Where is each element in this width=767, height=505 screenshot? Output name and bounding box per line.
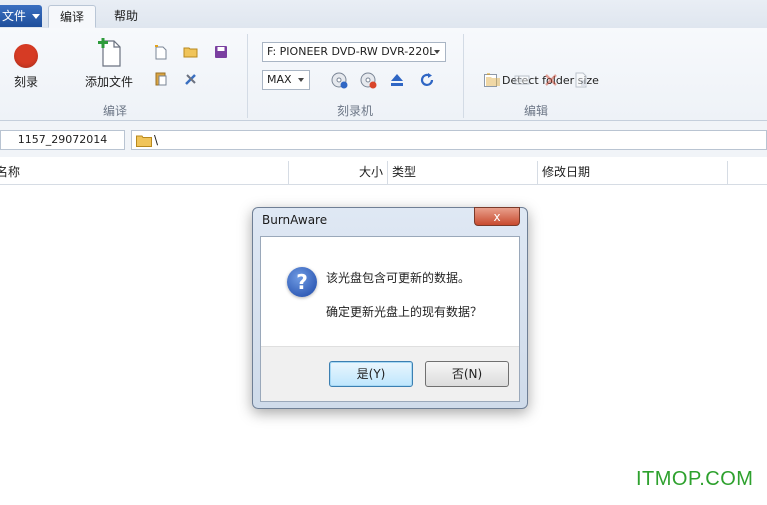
dialog-title: BurnAware [262,213,328,227]
tab-help[interactable]: 帮助 [104,5,148,28]
chevron-down-icon [434,50,440,54]
save-icon[interactable] [212,43,230,61]
new-folder-icon[interactable] [484,71,502,89]
path-text: \ [154,133,159,147]
group-divider [247,34,248,118]
file-menu-button[interactable]: 文件 [0,5,42,27]
speed-select[interactable]: MAX [262,70,310,90]
burn-button[interactable]: 刻录 [10,44,42,90]
compile-group-label: 编译 [102,104,127,118]
no-button[interactable]: 否(N) [425,361,509,387]
close-button[interactable]: x [474,207,520,226]
file-menu-label: 文件 [2,9,27,23]
column-size[interactable]: 大小 [289,161,388,184]
dialog-message-line1: 该光盘包含可更新的数据。 [326,271,471,285]
speed-select-value: MAX [267,73,292,86]
yes-button[interactable]: 是(Y) [329,361,413,387]
chevron-down-icon [32,14,41,19]
recorder-group-label: 刻录机 [336,104,373,118]
drive-select-value: F: PIONEER DVD-RW DVR-220L [267,45,436,58]
question-icon: ? [287,267,317,297]
add-file-icon [98,38,121,67]
erase-disc-icon[interactable] [359,71,377,89]
folder-icon [136,134,152,152]
dialog-message-line2: 确定更新光盘上的现有数据？ [326,305,483,319]
column-extra[interactable] [728,161,767,184]
menu-tab-bar: 文件 编译 帮助 [0,0,767,29]
add-files-label: 添加文件 [84,75,133,89]
record-icon [14,44,38,68]
delete-icon[interactable] [542,71,560,89]
path-field[interactable]: \ [131,130,767,150]
eject-icon[interactable] [388,71,406,89]
add-files-button[interactable]: 添加文件 [82,38,136,90]
column-type[interactable]: 类型 [388,161,538,184]
tools-icon[interactable] [182,70,200,88]
chevron-down-icon [298,78,304,82]
paste-icon[interactable] [152,70,170,88]
confirm-dialog: BurnAware x ? 该光盘包含可更新的数据。 确定更新光盘上的现有数据？… [252,207,528,409]
watermark: ITMOP.COM [636,468,754,490]
properties-icon[interactable] [572,71,590,89]
path-bar: 1157_29072014 \ [0,121,767,157]
disc-label-field[interactable]: 1157_29072014 [0,130,125,150]
refresh-icon[interactable] [418,71,436,89]
ribbon: 刻录 添加文件 编译 F: PIONEER DVD-RW DVR-220L MA… [0,28,767,121]
edit-group-label: 编辑 [523,104,548,118]
group-divider [463,34,464,118]
burn-label: 刻录 [13,75,38,89]
disc-info-icon[interactable] [330,71,348,89]
tab-compile[interactable]: 编译 [48,5,96,28]
column-modified-date[interactable]: 修改日期 [538,161,728,184]
file-list-header: 名称 大小 类型 修改日期 [0,161,767,185]
column-name[interactable]: 名称 [0,161,289,184]
rename-icon[interactable] [513,71,531,89]
drive-select[interactable]: F: PIONEER DVD-RW DVR-220L [262,42,446,62]
open-folder-icon[interactable] [182,43,200,61]
new-folder-icon[interactable] [152,43,170,61]
dialog-body: ? 该光盘包含可更新的数据。 确定更新光盘上的现有数据？ 是(Y) 否(N) [260,236,520,402]
